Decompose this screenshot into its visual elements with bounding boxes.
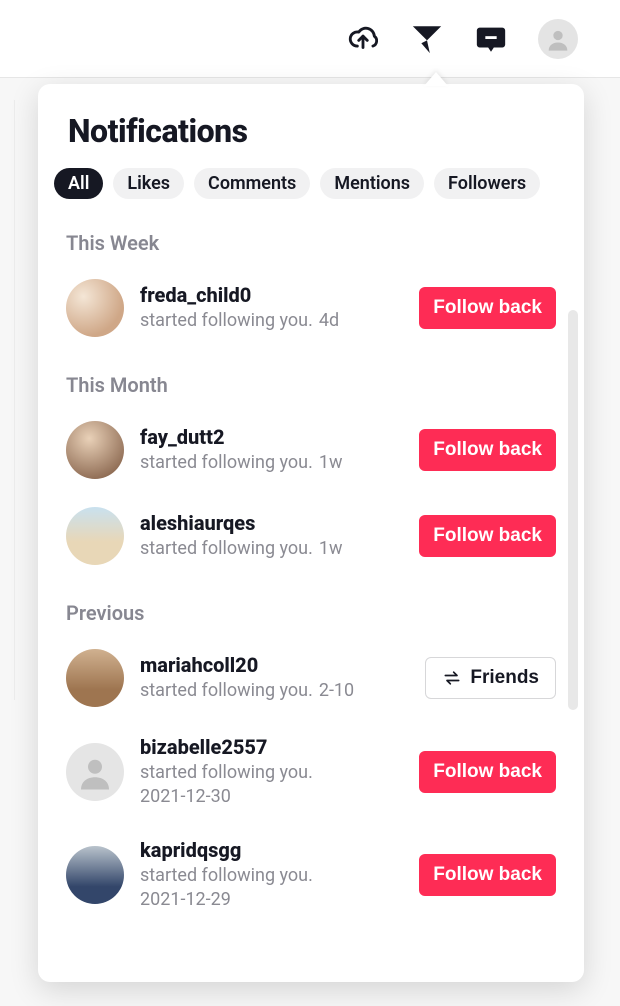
action-text: started following you.	[140, 680, 313, 701]
notification-meta: started following you.2021-12-30	[140, 761, 403, 810]
notification-row[interactable]: fay_dutt2 started following you. 1w Follo…	[66, 407, 556, 493]
action-text: started following you.	[140, 865, 313, 886]
tab-all[interactable]: All	[54, 168, 103, 199]
notifications-popup: Notifications All Likes Comments Mention…	[38, 84, 584, 982]
background-divider	[14, 100, 15, 700]
username[interactable]: freda_child0	[140, 283, 403, 307]
friends-label: Friends	[470, 667, 539, 689]
notification-body: fay_dutt2 started following you. 1w	[140, 425, 403, 475]
username[interactable]: bizabelle2557	[140, 735, 403, 759]
time-text: 2-10	[319, 680, 354, 701]
swap-icon	[442, 668, 462, 688]
profile-avatar[interactable]	[538, 19, 578, 59]
inbox-icon[interactable]	[474, 22, 508, 56]
time-text: 1w	[319, 538, 343, 559]
tab-comments[interactable]: Comments	[194, 168, 310, 199]
notification-row[interactable]: bizabelle2557 started following you.2021…	[66, 721, 556, 824]
scrollbar-thumb[interactable]	[568, 310, 578, 710]
user-avatar[interactable]	[66, 743, 124, 801]
notification-body: kapridqsgg started following you.2021-12…	[140, 838, 403, 913]
notification-meta: started following you. 2-10	[140, 679, 409, 703]
notification-body: mariahcoll20 started following you. 2-10	[140, 653, 409, 703]
notifications-scroll[interactable]: This Week freda_child0 started following…	[38, 213, 584, 982]
send-icon[interactable]	[410, 22, 444, 56]
follow-back-button[interactable]: Follow back	[419, 515, 556, 557]
follow-back-button[interactable]: Follow back	[419, 287, 556, 329]
notification-body: freda_child0 started following you. 4d	[140, 283, 403, 333]
friends-button[interactable]: Friends	[425, 657, 556, 699]
notification-row[interactable]: mariahcoll20 started following you.2-10 …	[66, 635, 556, 721]
notification-row[interactable]: aleshiaurqes started following you. 1w Fo…	[66, 493, 556, 579]
filter-tabs: All Likes Comments Mentions Followers	[38, 168, 584, 213]
action-text: started following you.	[140, 310, 313, 331]
notification-row[interactable]: kapridqsgg started following you.2021-12…	[66, 824, 556, 927]
user-avatar[interactable]	[66, 421, 124, 479]
time-text: 2021-12-30	[140, 785, 403, 809]
user-avatar[interactable]	[66, 279, 124, 337]
follow-back-button[interactable]: Follow back	[419, 429, 556, 471]
tab-mentions[interactable]: Mentions	[320, 168, 424, 199]
section-header: This Week	[66, 231, 556, 255]
notification-meta: started following you.2021-12-29	[140, 864, 403, 913]
action-text: started following you.	[140, 762, 313, 783]
user-avatar[interactable]	[66, 846, 124, 904]
time-text: 4d	[319, 310, 339, 331]
notification-meta: started following you. 4d	[140, 309, 403, 333]
notification-body: aleshiaurqes started following you. 1w	[140, 511, 403, 561]
section-header: This Month	[66, 373, 556, 397]
username[interactable]: kapridqsgg	[140, 838, 403, 862]
section-header: Previous	[66, 601, 556, 625]
username[interactable]: fay_dutt2	[140, 425, 403, 449]
popup-title: Notifications	[38, 112, 584, 168]
user-avatar[interactable]	[66, 507, 124, 565]
upload-icon[interactable]	[346, 22, 380, 56]
top-header	[0, 0, 620, 78]
notification-meta: started following you. 1w	[140, 537, 403, 561]
tab-likes[interactable]: Likes	[113, 168, 184, 199]
user-avatar[interactable]	[66, 649, 124, 707]
username[interactable]: mariahcoll20	[140, 653, 409, 677]
popup-pointer	[424, 72, 448, 86]
time-text: 2021-12-29	[140, 888, 403, 912]
tab-followers[interactable]: Followers	[434, 168, 540, 199]
notification-meta: started following you. 1w	[140, 451, 403, 475]
time-text: 1w	[319, 452, 343, 473]
action-text: started following you.	[140, 538, 313, 559]
notification-body: bizabelle2557 started following you.2021…	[140, 735, 403, 810]
action-text: started following you.	[140, 452, 313, 473]
username[interactable]: aleshiaurqes	[140, 511, 403, 535]
follow-back-button[interactable]: Follow back	[419, 751, 556, 793]
follow-back-button[interactable]: Follow back	[419, 854, 556, 896]
notification-row[interactable]: freda_child0 started following you. 4d Fo…	[66, 265, 556, 351]
